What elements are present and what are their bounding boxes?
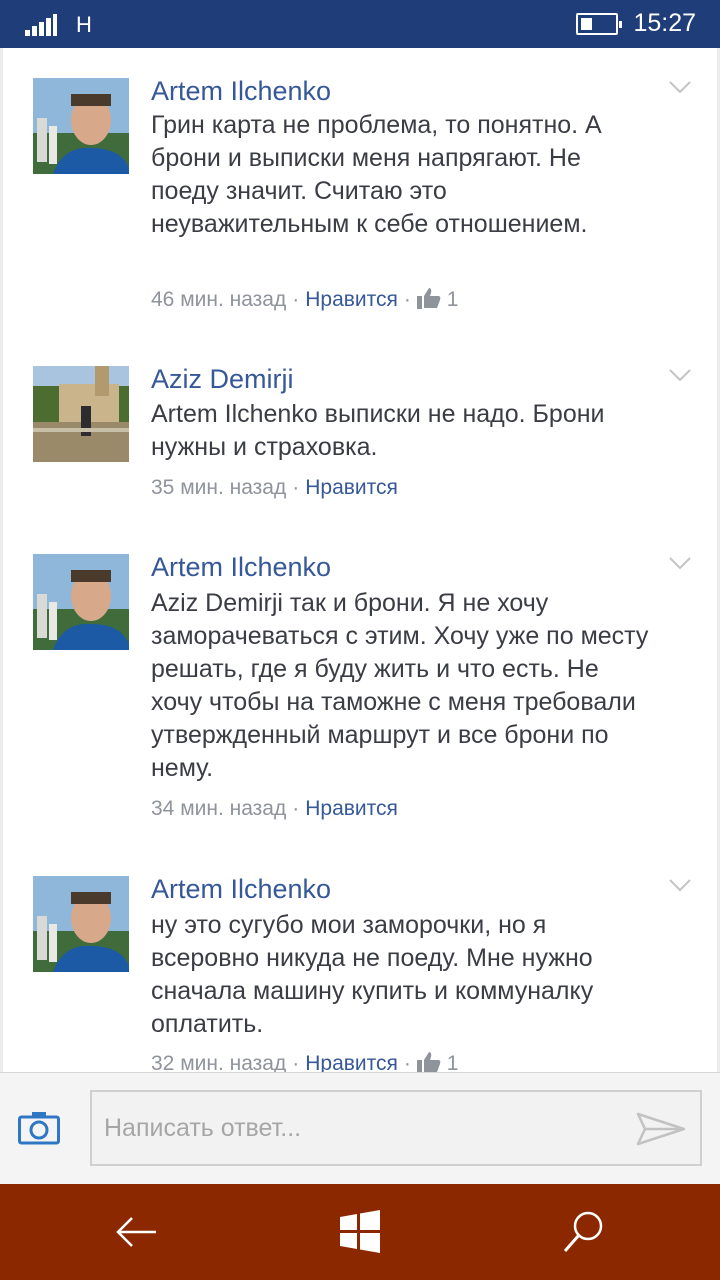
comment-author[interactable]: Artem Ilchenko [151,874,331,905]
comment-author[interactable]: Artem Ilchenko [151,76,331,107]
reply-field [90,1090,702,1166]
comment-time: 35 мин. назад [151,476,287,499]
send-icon[interactable] [636,1112,686,1146]
reply-input[interactable] [92,1092,622,1164]
comment-time: 46 мин. назад [151,288,287,311]
like-button[interactable]: Нравится [305,288,398,311]
avatar[interactable] [33,554,129,650]
comment-list[interactable]: Artem Ilchenko Грин карта не проблема, т… [0,48,720,1072]
chevron-down-icon[interactable] [669,878,691,892]
like-button[interactable]: Нравится [305,476,398,499]
windows-icon[interactable] [336,1208,384,1256]
comment-meta: 46 мин. назад · Нравится · 1 [151,287,458,315]
thumbs-up-icon [416,1051,441,1072]
comment-meta: 34 мин. назад · Нравится [151,797,398,820]
like-button[interactable]: Нравится [305,797,398,820]
status-time: 15:27 [633,9,696,37]
comment-text: Artem Ilchenko выписки не надо. Брони ну… [151,400,605,461]
comment-author[interactable]: Artem Ilchenko [151,552,331,583]
chevron-down-icon[interactable] [669,80,691,94]
comment-text: ну это сугубо мои заморочки, но я всеров… [151,911,594,1038]
comment-time: 32 мин. назад [151,1052,287,1072]
navigation-bar [0,1184,720,1280]
chevron-down-icon[interactable] [669,368,691,382]
avatar[interactable] [33,78,129,174]
chevron-down-icon[interactable] [669,556,691,570]
comment-time: 34 мин. назад [151,797,287,820]
avatar[interactable] [33,876,129,972]
battery-icon [576,13,622,35]
like-count: 1 [446,1052,459,1072]
comment-text: Грин карта не проблема, то понятно. А бр… [151,111,602,238]
comment-meta: 32 мин. назад · Нравится · 1 [151,1051,458,1072]
thumbs-up-icon [416,287,441,315]
camera-icon[interactable] [18,1111,60,1145]
search-icon[interactable] [560,1208,608,1256]
avatar[interactable] [33,366,129,462]
reply-bar [0,1072,720,1184]
signal-strength-icon [25,14,57,36]
status-bar: H 15:27 [0,0,720,48]
like-count: 1 [446,288,459,311]
comment-author[interactable]: Aziz Demirji [151,364,294,395]
comment-meta: 35 мин. назад · Нравится [151,476,398,499]
back-icon[interactable] [112,1208,160,1256]
comment-text: Aziz Demirji так и брони. Я не хочу замо… [151,589,649,782]
like-button[interactable]: Нравится [305,1052,398,1072]
network-type: H [76,12,92,37]
